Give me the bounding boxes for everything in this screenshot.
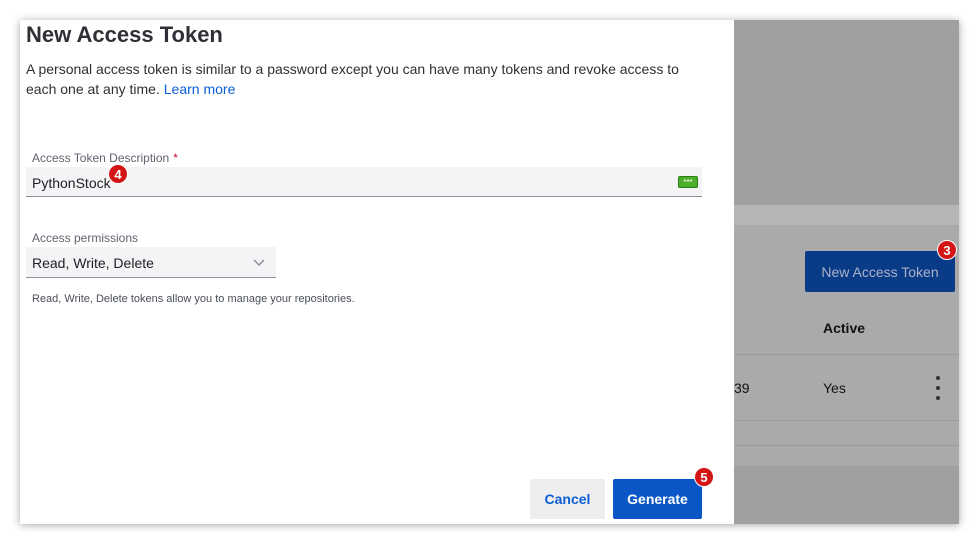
access-permissions-label: Access permissions bbox=[32, 231, 139, 245]
generate-button[interactable]: Generate bbox=[613, 479, 702, 519]
backdrop-divider bbox=[734, 354, 959, 355]
new-access-token-button[interactable]: New Access Token bbox=[805, 251, 955, 292]
dialog-title: New Access Token bbox=[26, 22, 223, 47]
more-options-icon[interactable] bbox=[934, 376, 942, 400]
new-access-token-dialog: New Access Token A personal access token… bbox=[20, 20, 734, 524]
cancel-button[interactable]: Cancel bbox=[530, 479, 605, 519]
backdrop-band bbox=[734, 205, 959, 225]
backdrop-divider bbox=[734, 445, 959, 446]
active-column-header: Active bbox=[823, 320, 866, 336]
chevron-down-icon bbox=[253, 259, 265, 267]
token-description-label: Access Token Description * bbox=[32, 151, 178, 165]
learn-more-link[interactable]: Learn more bbox=[164, 81, 236, 97]
required-indicator: * bbox=[173, 151, 178, 165]
backdrop-divider bbox=[734, 420, 959, 421]
step-badge-5: 5 bbox=[694, 467, 714, 487]
step-badge-4: 4 bbox=[108, 164, 128, 184]
screenshot-frame: New Access Token Active 39 Yes New Acces… bbox=[20, 20, 959, 524]
token-description-value: PythonStock bbox=[32, 175, 111, 191]
step-badge-3: 3 bbox=[937, 240, 957, 260]
key-dots-icon[interactable]: *** bbox=[678, 176, 698, 188]
page-backdrop: New Access Token Active 39 Yes bbox=[734, 20, 959, 524]
access-permissions-select[interactable]: Read, Write, Delete bbox=[26, 247, 276, 278]
access-permissions-value: Read, Write, Delete bbox=[32, 255, 154, 271]
access-permissions-help: Read, Write, Delete tokens allow you to … bbox=[32, 293, 355, 305]
dialog-description-text: A personal access token is similar to a … bbox=[26, 61, 679, 97]
token-description-label-text: Access Token Description bbox=[32, 151, 170, 165]
dialog-description: A personal access token is similar to a … bbox=[26, 59, 706, 99]
token-row-partial-cell: 39 bbox=[734, 380, 750, 396]
token-row-active-value: Yes bbox=[823, 380, 846, 396]
